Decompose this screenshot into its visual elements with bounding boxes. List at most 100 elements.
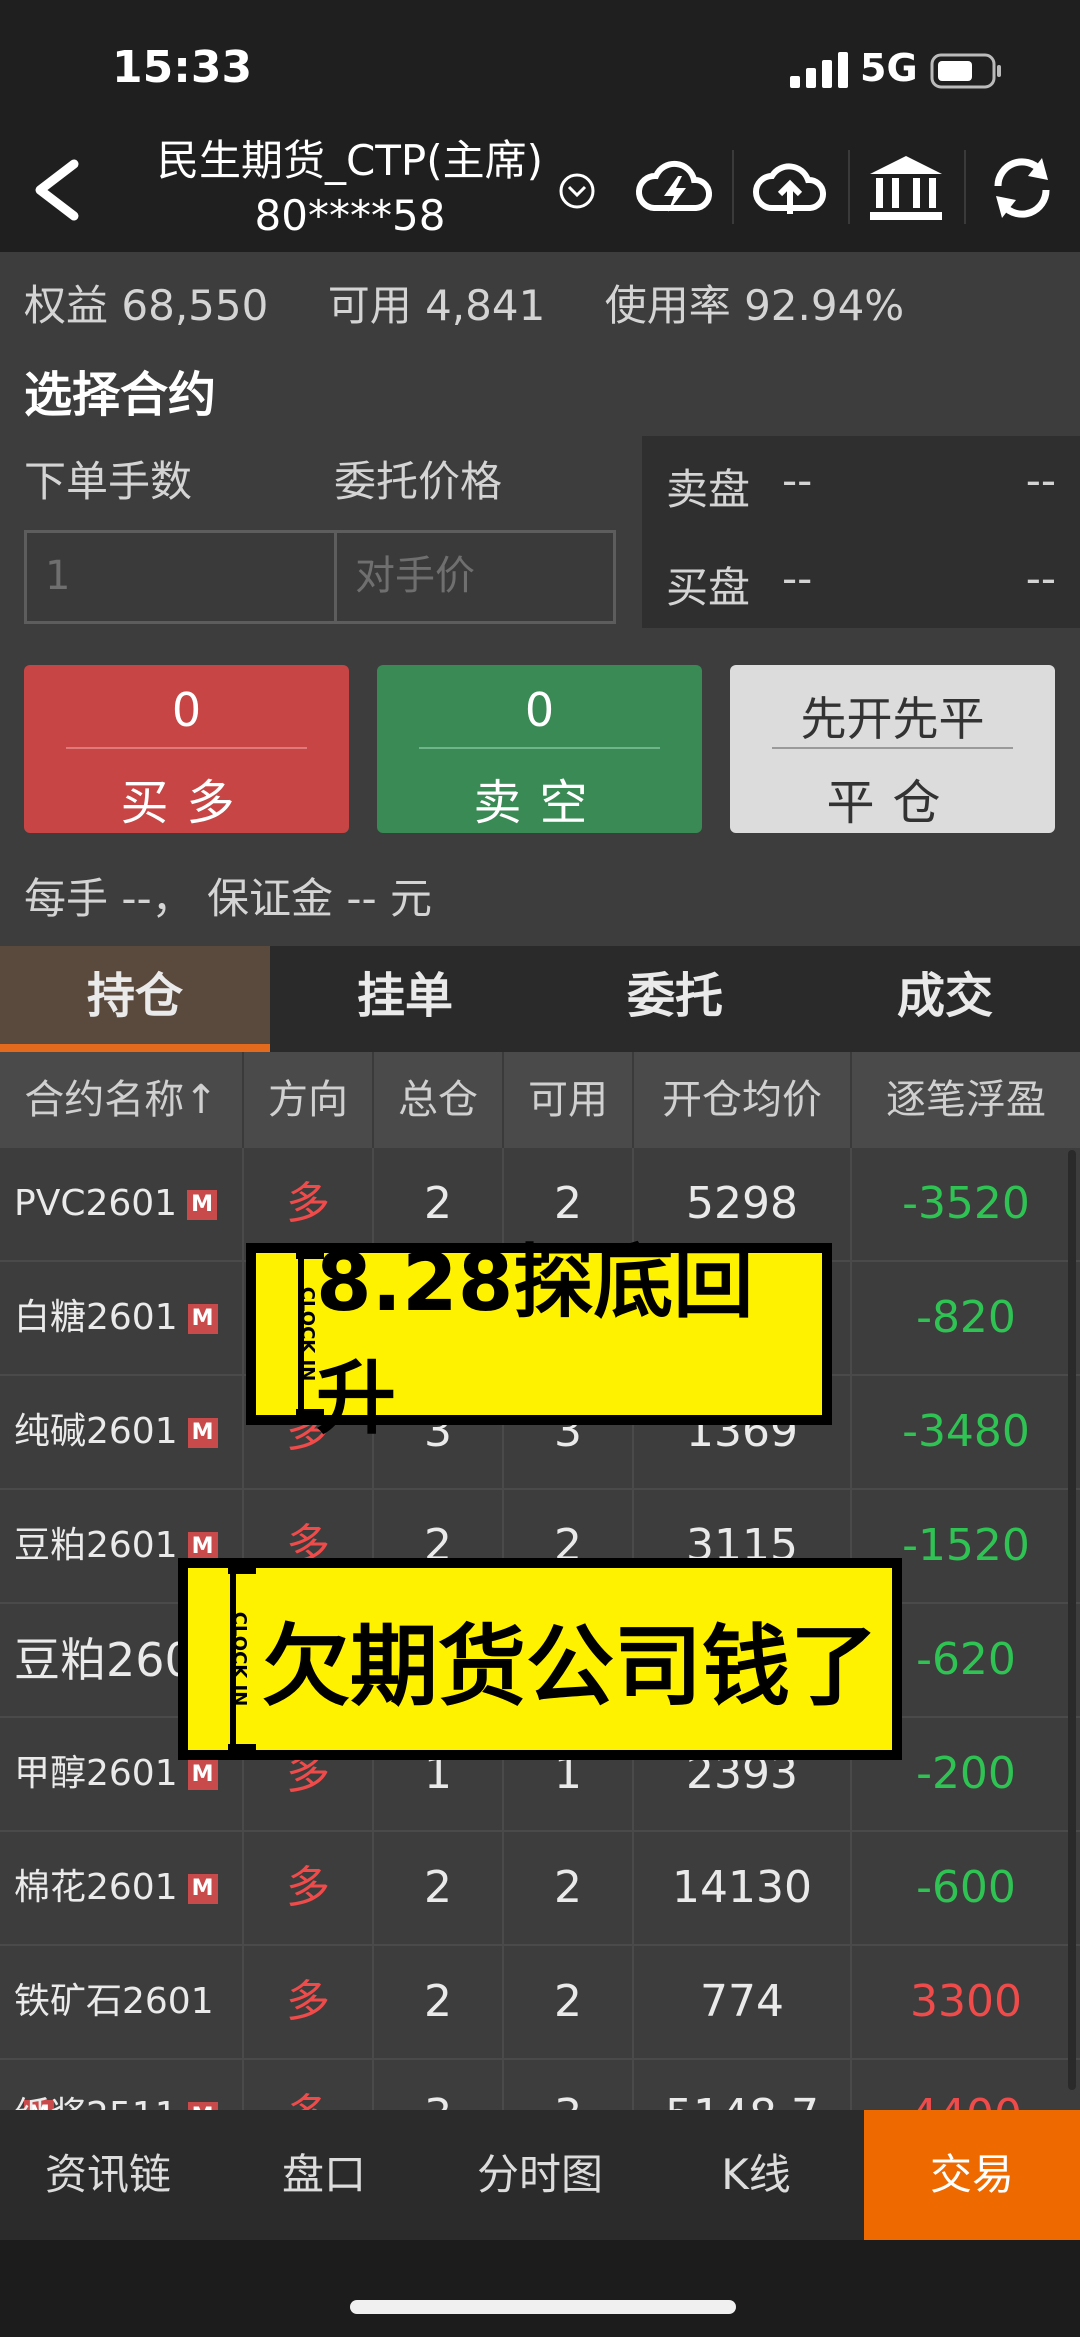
col-total: 总仓 [374,1052,504,1148]
sell-short-button[interactable]: 0 卖空 [377,665,702,833]
tab-positions[interactable]: 持仓 [0,946,270,1052]
back-icon[interactable] [26,150,86,230]
sticker-side-text: CLOCK IN [228,1611,250,1707]
signal-icon [790,52,848,88]
lots-input[interactable]: 1 [24,530,350,624]
cell-contract: PVC2601 M [0,1148,244,1260]
cell-contract: 纸浆2511 M [0,2060,244,2110]
position-tabs: 持仓 挂单 委托 成交 [0,946,1080,1052]
market-badge: M [187,1760,218,1790]
sticker-side: CLOCK IN [256,1253,318,1415]
close-position-button[interactable]: 先开先平 平仓 [730,665,1055,833]
cell-pnl: 4400 [852,2060,1080,2110]
table-scrollbar[interactable] [1068,1150,1076,2090]
network-type: 5G [860,46,918,90]
cell-dir: 多 [244,2060,374,2110]
cell-avail: 2 [504,1946,634,2058]
contract-name: PVC2601 [14,1183,178,1224]
buy-long-button[interactable]: 0 买多 [24,665,349,833]
bottom-nav: 资讯链 盘口 分时图 K线 交易 [0,2110,1080,2240]
ask-label: 卖盘 [666,465,751,514]
contract-name: 棉花2601 [14,1867,178,1908]
sticker-2: CLOCK IN 欠期货公司钱了 [178,1558,902,1760]
cell-pnl: -3480 [902,1406,1030,1457]
divider [419,747,660,749]
sticker-side: CLOCK IN [188,1568,250,1750]
equity: 权益 68,550 [24,281,269,330]
nav-timeshare[interactable]: 分时图 [432,2110,648,2240]
ask-row: 卖盘 -- -- [666,456,1056,517]
table-row[interactable]: 铁矿石2601M多227743300 [0,1946,1080,2110]
tab-pending[interactable]: 挂单 [270,946,540,1052]
home-indicator[interactable] [350,2300,736,2314]
cell-total: 3 [374,2060,504,2110]
contract-name: 纯碱2601 [14,1411,178,1452]
divider [66,747,307,749]
cell-pnl: -3520 [902,1178,1030,1229]
col-available: 可用 [504,1052,634,1148]
bid-volume: -- [1025,554,1056,603]
table-row[interactable]: 纸浆2511M多335148.74400 [0,2060,1080,2110]
cell-price: 774 [634,1946,852,2058]
account-summary: 权益 68,550 可用 4,841 使用率 92.94% [24,272,950,333]
market-badge: M [187,1190,218,1220]
nav-news[interactable]: 资讯链 [0,2110,216,2240]
nav-separator [848,150,850,224]
chevron-down-icon[interactable] [558,172,596,210]
price-label: 委托价格 [334,457,503,506]
tab-orders[interactable]: 委托 [540,946,810,1052]
price-input[interactable]: 对手价 [334,530,616,624]
col-float-pnl: 逐笔浮盈 [886,1077,1046,1123]
sell-label: 卖空 [473,775,606,831]
contract-name: 甲醇2601 [14,1753,178,1794]
nav-separator [732,150,734,224]
cell-price: 5148.7 [634,2060,852,2110]
close-label: 平仓 [826,775,959,831]
cell-avail: 3 [504,2060,634,2110]
cell-pnl: -600 [916,1862,1016,1913]
refresh-icon[interactable] [982,152,1062,224]
sell-count: 0 [524,683,555,737]
table-row[interactable]: 棉花2601 M 多 2 2 14130 -600 [0,1832,1080,1946]
cell-avail: 2 [504,1832,634,1944]
ask-price: -- [782,456,813,505]
select-contract[interactable]: 选择合约 [24,355,216,425]
contract-name: 白糖2601 [14,1297,178,1338]
lots-label: 下单手数 [24,457,193,506]
cloud-lightning-icon[interactable] [634,152,714,224]
cell-price: 14130 [634,1832,852,1944]
cell-contract: 棉花2601 M [0,1832,244,1944]
cell-dir: 多 [244,1946,374,2058]
cell-contract: 纯碱2601 M [0,1376,244,1488]
cloud-upload-icon[interactable] [750,152,830,224]
market-badge: M [187,1304,218,1334]
contract-name: 铁矿石2601 [14,1981,214,2022]
cell-contract: 白糖2601 M [0,1262,244,1374]
nav-orderbook[interactable]: 盘口 [216,2110,432,2240]
table-header: 合约名称↑ 方向 总仓 可用 开仓均价 逐笔浮盈 [0,1052,1080,1148]
buy-label: 买多 [120,775,253,831]
account-title[interactable]: 民生期货_CTP(主席) [130,135,570,187]
contract-name: 豆粕260 [14,1633,194,1687]
market-badge: M [187,1418,218,1448]
bid-label: 买盘 [666,563,751,612]
quote-panel: 卖盘 -- -- 买盘 -- -- [642,436,1080,628]
market-badge: M [187,2102,218,2110]
battery-icon [930,53,1001,89]
bank-icon[interactable] [866,152,946,224]
nav-trade[interactable]: 交易 [864,2110,1080,2240]
cell-total: 2 [374,1946,504,2058]
buy-count: 0 [171,683,202,737]
tab-trades[interactable]: 成交 [810,946,1080,1052]
bid-price: -- [782,554,813,603]
divider [772,747,1013,749]
col-direction: 方向 [244,1052,374,1148]
account-number[interactable]: 80****58 [130,190,570,242]
cell-contract: 铁矿石2601 M [0,1946,244,2110]
nav-separator [964,150,966,224]
col-contract[interactable]: 合约名称↑ [0,1052,244,1148]
nav-kline[interactable]: K线 [648,2110,864,2240]
status-time: 15:33 [112,42,253,93]
bid-row: 买盘 -- -- [666,554,1056,615]
col-open-price: 开仓均价 [634,1052,852,1148]
